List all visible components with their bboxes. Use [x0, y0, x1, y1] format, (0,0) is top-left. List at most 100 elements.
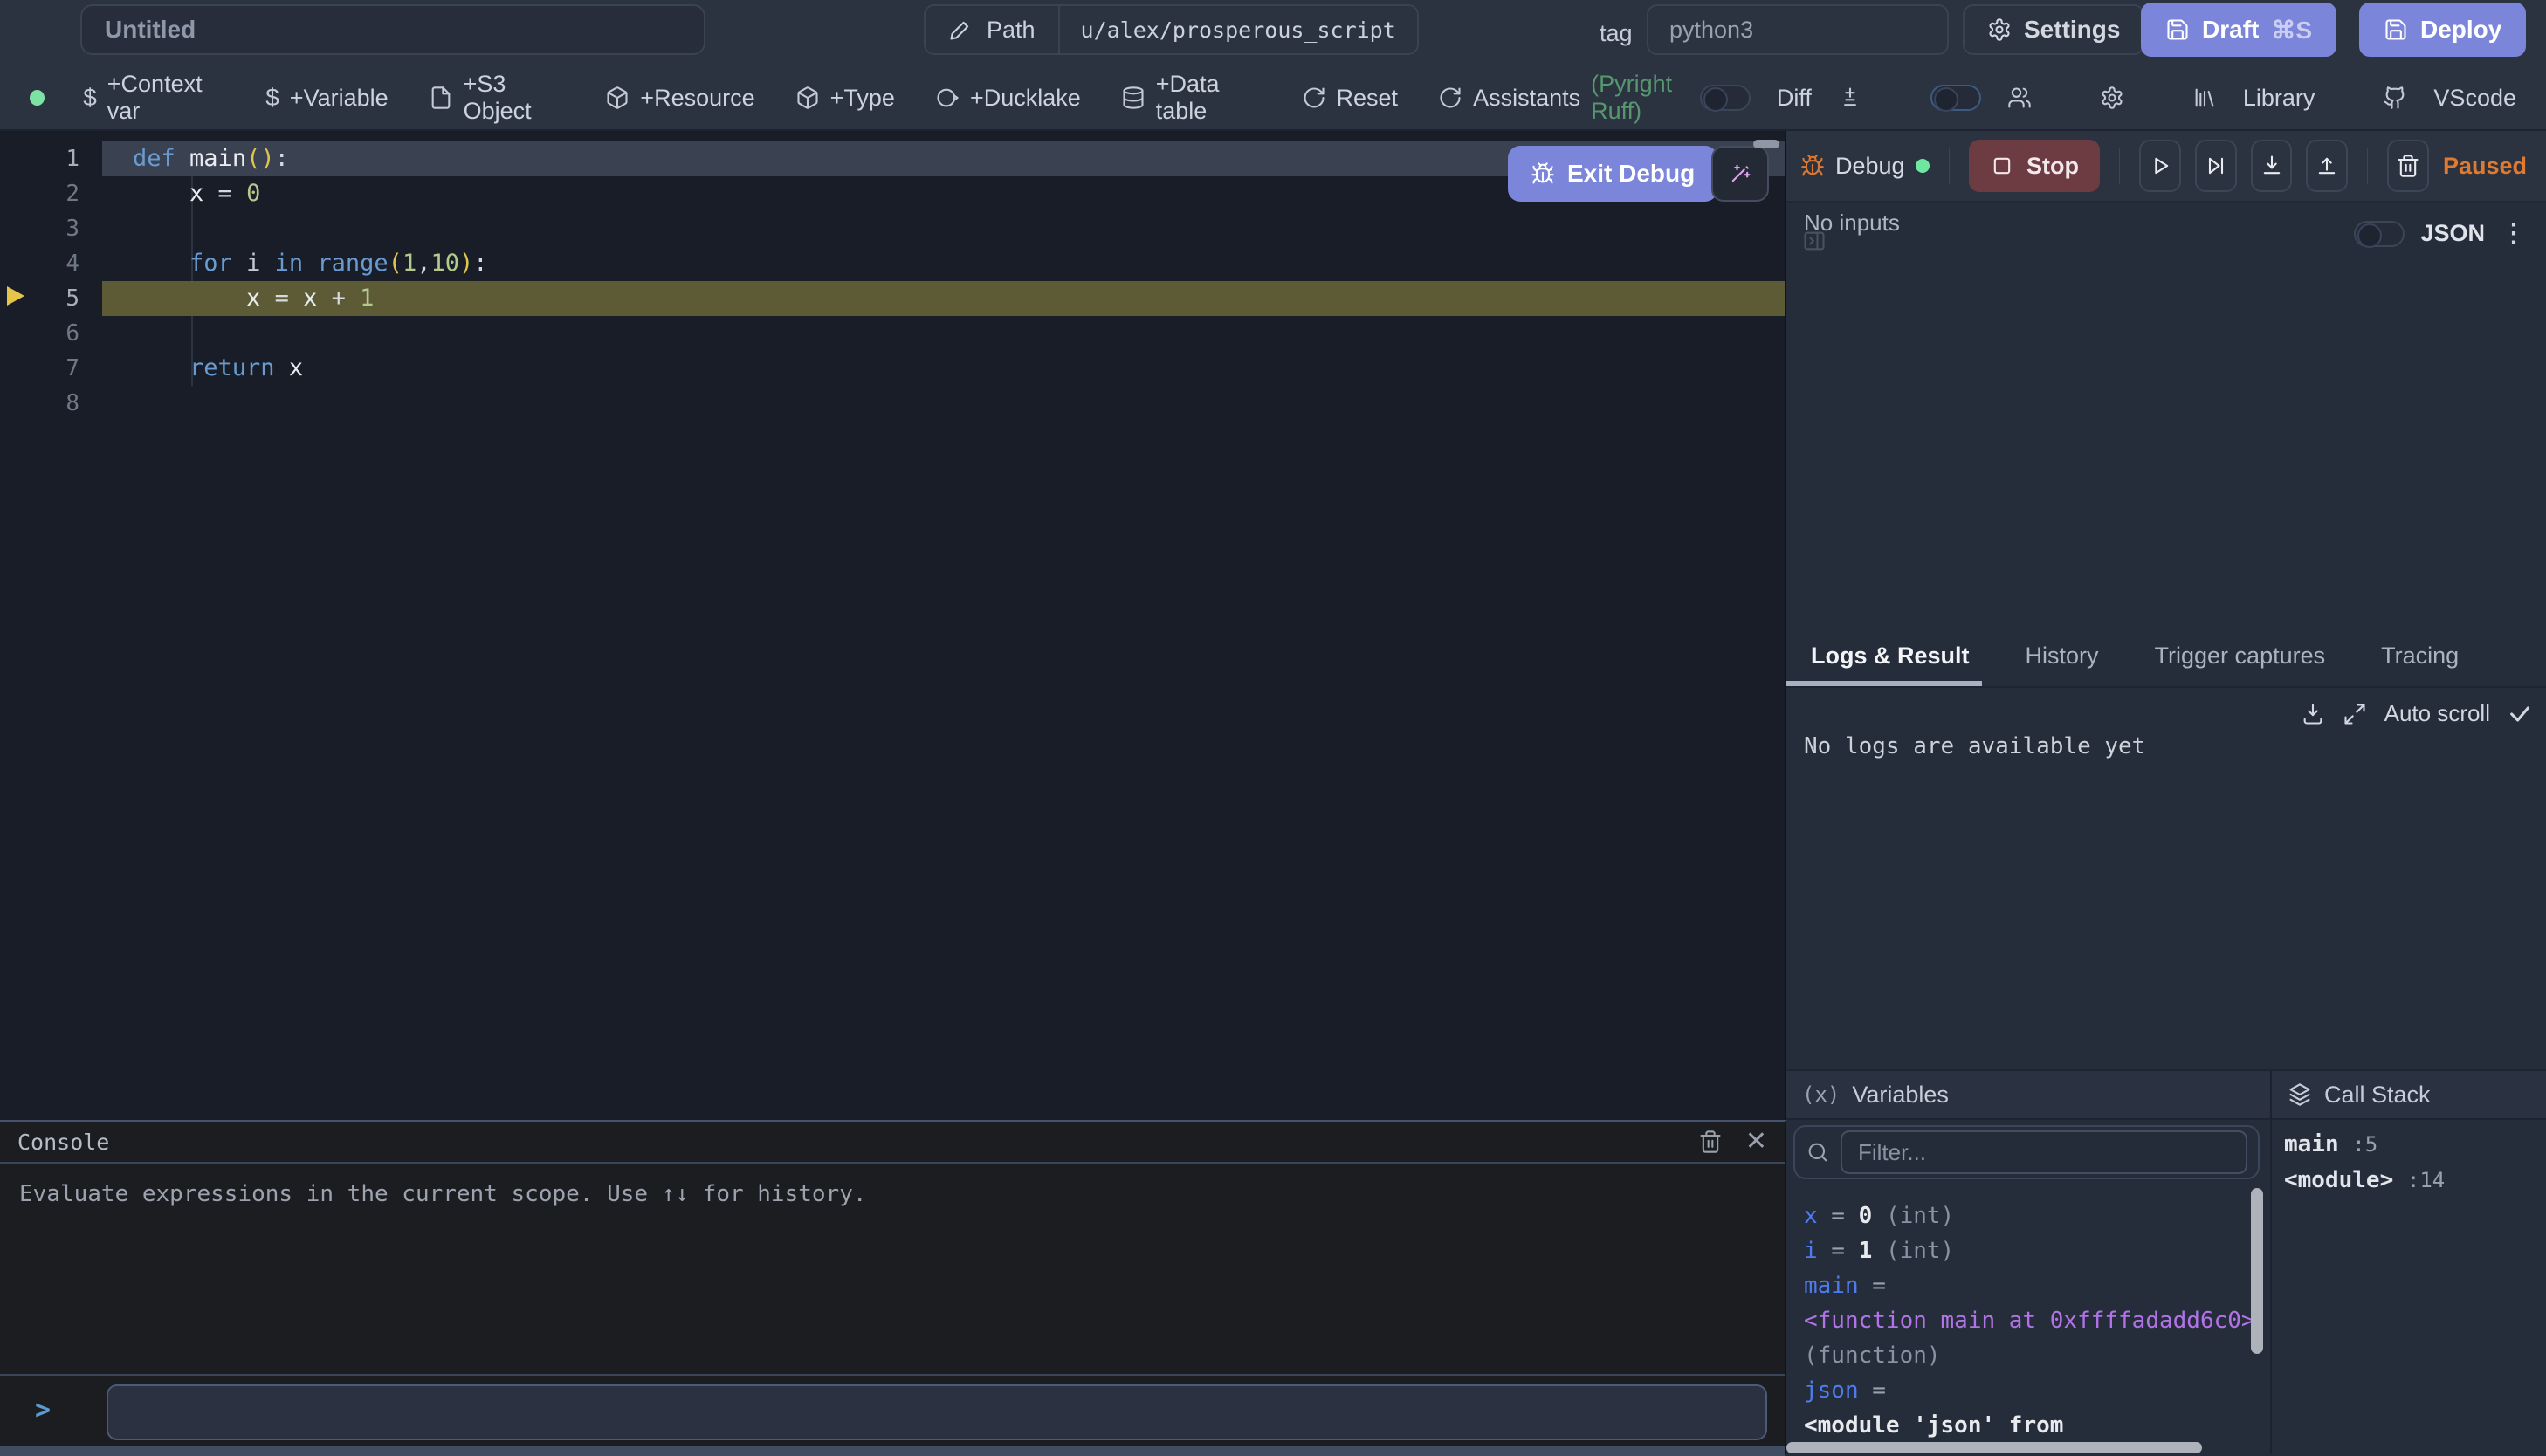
call-stack-panel: Call Stack main :5<module> :14	[2270, 1071, 2546, 1454]
top-bar: Path u/alex/prosperous_script tag Settin…	[0, 0, 2546, 66]
code-line-8[interactable]: 8	[0, 386, 1785, 421]
toolbar-item-context-var[interactable]: $+Context var	[83, 71, 225, 125]
variables-vertical-scrollbar[interactable]	[2251, 1188, 2263, 1354]
line-content: for i in range(1,10):	[102, 246, 1785, 281]
vscode-button[interactable]: VScode	[2433, 85, 2516, 112]
line-content: return x	[102, 351, 1785, 386]
code-line-3[interactable]: 3	[0, 211, 1785, 246]
multiplayer-toggle[interactable]	[1930, 85, 1981, 111]
deploy-button[interactable]: Deploy	[2359, 3, 2526, 57]
code-line-5[interactable]: 5 x = x + 1	[0, 281, 1785, 316]
library-button[interactable]: Library	[2243, 85, 2315, 112]
call-stack-frame[interactable]: <module> :14	[2284, 1163, 2445, 1198]
script-path-value[interactable]: u/alex/prosperous_script	[1058, 6, 1417, 53]
code-line-6[interactable]: 6	[0, 316, 1785, 351]
trash-icon[interactable]	[1698, 1130, 1723, 1154]
debug-current-line-arrow	[7, 286, 24, 306]
diff-label: Diff	[1777, 85, 1812, 112]
variables-list[interactable]: x = 0 (int)i = 1 (int)main =<function ma…	[1804, 1198, 2258, 1443]
toolbar-item-type[interactable]: +Type	[795, 85, 895, 112]
layers-icon	[2288, 1082, 2312, 1107]
variable-row[interactable]: (function)	[1804, 1338, 2258, 1373]
continue-button[interactable]	[2139, 140, 2181, 192]
tag-input[interactable]	[1647, 4, 1949, 55]
toolbar-item-variable[interactable]: $+Variable	[265, 84, 388, 112]
stop-button[interactable]: Stop	[1969, 140, 2100, 192]
plus-minus-icon[interactable]	[1838, 86, 1862, 110]
box-icon	[795, 86, 820, 110]
duck-icon	[935, 86, 960, 110]
diff-toggle[interactable]	[1700, 85, 1751, 111]
close-icon[interactable]: ✕	[1745, 1129, 1767, 1155]
download-logs-icon[interactable]	[2301, 702, 2325, 726]
edit-path-button[interactable]: Path	[926, 6, 1058, 53]
logs-tools: Auto scroll	[2301, 700, 2532, 727]
variable-row[interactable]: <module 'json' from	[1804, 1408, 2258, 1443]
console-actions: ✕	[1698, 1129, 1767, 1155]
variable-row[interactable]: json =	[1804, 1373, 2258, 1408]
tab-logs-result[interactable]: Logs & Result	[1811, 642, 1970, 670]
toolbar-item-ducklake[interactable]: +Ducklake	[935, 85, 1081, 112]
draft-button[interactable]: Draft ⌘S	[2141, 3, 2336, 57]
tag-label: tag	[1600, 0, 1633, 66]
script-title-input[interactable]	[80, 4, 705, 55]
code-editor[interactable]: 1def main():2 x = 034 for i in range(1,1…	[0, 131, 1786, 1120]
users-icon[interactable]	[2007, 86, 2032, 110]
clear-button[interactable]	[2387, 140, 2429, 192]
tab-trigger-captures[interactable]: Trigger captures	[2155, 642, 2326, 670]
toolbar-item-data-table[interactable]: +Data table	[1121, 71, 1262, 125]
variable-row[interactable]: <function main at 0xffffadadd6c0>	[1804, 1303, 2258, 1338]
line-number[interactable]: 4	[0, 246, 102, 281]
toolbar-item-assistants[interactable]: Assistants(Pyright Ruff)	[1438, 71, 1700, 125]
line-number[interactable]: 3	[0, 211, 102, 246]
line-number[interactable]: 2	[0, 176, 102, 211]
paused-status: Paused	[2443, 153, 2532, 180]
line-number[interactable]: 6	[0, 316, 102, 351]
stop-square-icon	[1990, 154, 2014, 178]
exit-debug-button[interactable]: Exit Debug	[1508, 146, 1717, 202]
variables-filter	[1793, 1125, 2260, 1179]
save-icon	[2384, 17, 2408, 42]
box-icon	[605, 86, 630, 110]
console-hint: Evaluate expressions in the current scop…	[19, 1181, 867, 1207]
editor-scrollbar-thumb[interactable]	[1753, 140, 1779, 148]
line-number[interactable]: 8	[0, 386, 102, 421]
refresh-icon	[1302, 86, 1326, 110]
variable-row[interactable]: x = 0 (int)	[1804, 1198, 2258, 1233]
toolbar-item-s3-object[interactable]: +S3 Object	[429, 71, 566, 125]
call-stack-frame[interactable]: main :5	[2284, 1127, 2445, 1163]
divider	[2367, 148, 2368, 184]
settings-button[interactable]: Settings	[1963, 4, 2144, 55]
toolbar-item-resource[interactable]: +Resource	[605, 85, 754, 112]
right-panel: Debug Stop Paused No inputs	[1786, 131, 2546, 1454]
line-content	[102, 386, 1785, 421]
expand-icon[interactable]	[2343, 702, 2367, 726]
kebab-menu-icon[interactable]: ⋮	[2501, 221, 2527, 247]
db-icon	[1121, 86, 1146, 110]
variable-row[interactable]: i = 1 (int)	[1804, 1233, 2258, 1268]
line-number[interactable]: 7	[0, 351, 102, 386]
check-icon[interactable]	[2508, 702, 2532, 726]
line-content: x = x + 1	[102, 281, 1785, 316]
console-input[interactable]	[107, 1384, 1767, 1440]
step-out-button[interactable]	[2306, 140, 2348, 192]
step-into-button[interactable]	[2251, 140, 2293, 192]
line-content	[102, 211, 1785, 246]
tab-history[interactable]: History	[2026, 642, 2099, 670]
gear-icon[interactable]	[2100, 86, 2124, 110]
step-over-button[interactable]	[2195, 140, 2237, 192]
line-number[interactable]: 1	[0, 141, 102, 176]
ai-wand-button[interactable]	[1711, 146, 1769, 202]
code-line-4[interactable]: 4 for i in range(1,10):	[0, 246, 1785, 281]
debug-title: Debug	[1800, 153, 1930, 180]
variables-filter-input[interactable]	[1841, 1130, 2247, 1174]
toolbar-item-reset[interactable]: Reset	[1302, 85, 1399, 112]
variables-horizontal-scrollbar[interactable]	[1786, 1442, 2202, 1453]
variable-row[interactable]: main =	[1804, 1268, 2258, 1303]
call-stack-list[interactable]: main :5<module> :14	[2284, 1127, 2445, 1198]
divider	[2119, 148, 2120, 184]
code-line-7[interactable]: 7 return x	[0, 351, 1785, 386]
json-toggle[interactable]	[2354, 221, 2405, 247]
tab-tracing[interactable]: Tracing	[2381, 642, 2459, 670]
autoscroll-label: Auto scroll	[2384, 700, 2490, 727]
